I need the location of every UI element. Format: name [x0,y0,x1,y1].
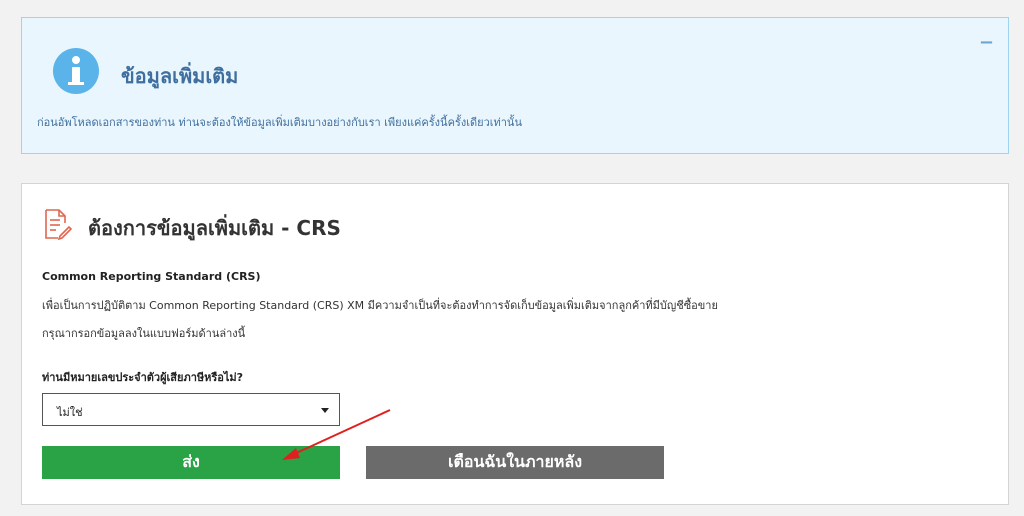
remind-later-button[interactable]: เตือนฉันในภายหลัง [366,446,664,479]
crs-heading: Common Reporting Standard (CRS) [42,270,261,283]
crs-description: เพื่อเป็นการปฏิบัติตาม Common Reporting … [42,299,718,312]
info-icon [53,48,99,94]
submit-button[interactable]: ส่ง [42,446,340,479]
document-edit-icon [45,209,72,240]
info-panel: ข้อมูลเพิ่มเติม − ก่อนอัพโหลดเอกสารของท่… [21,17,1009,154]
tax-id-select[interactable]: ไม่ใช่ [42,393,340,426]
crs-panel: ต้องการข้อมูลเพิ่มเติม - CRS Common Repo… [21,183,1009,505]
chevron-down-icon [321,408,329,413]
crs-title: ต้องการข้อมูลเพิ่มเติม - CRS [88,216,341,240]
info-description: ก่อนอัพโหลดเอกสารของท่าน ท่านจะต้องให้ข้… [37,116,522,129]
tax-id-select-value: ไม่ใช่ [57,406,83,419]
info-title: ข้อมูลเพิ่มเติม [121,64,239,88]
collapse-button[interactable]: − [979,32,994,53]
tax-id-question: ท่านมีหมายเลขประจำตัวผู้เสียภาษีหรือไม่? [42,371,244,384]
crs-instruction: กรุณากรอกข้อมูลลงในแบบฟอร์มด้านล่างนี้ [42,327,246,340]
